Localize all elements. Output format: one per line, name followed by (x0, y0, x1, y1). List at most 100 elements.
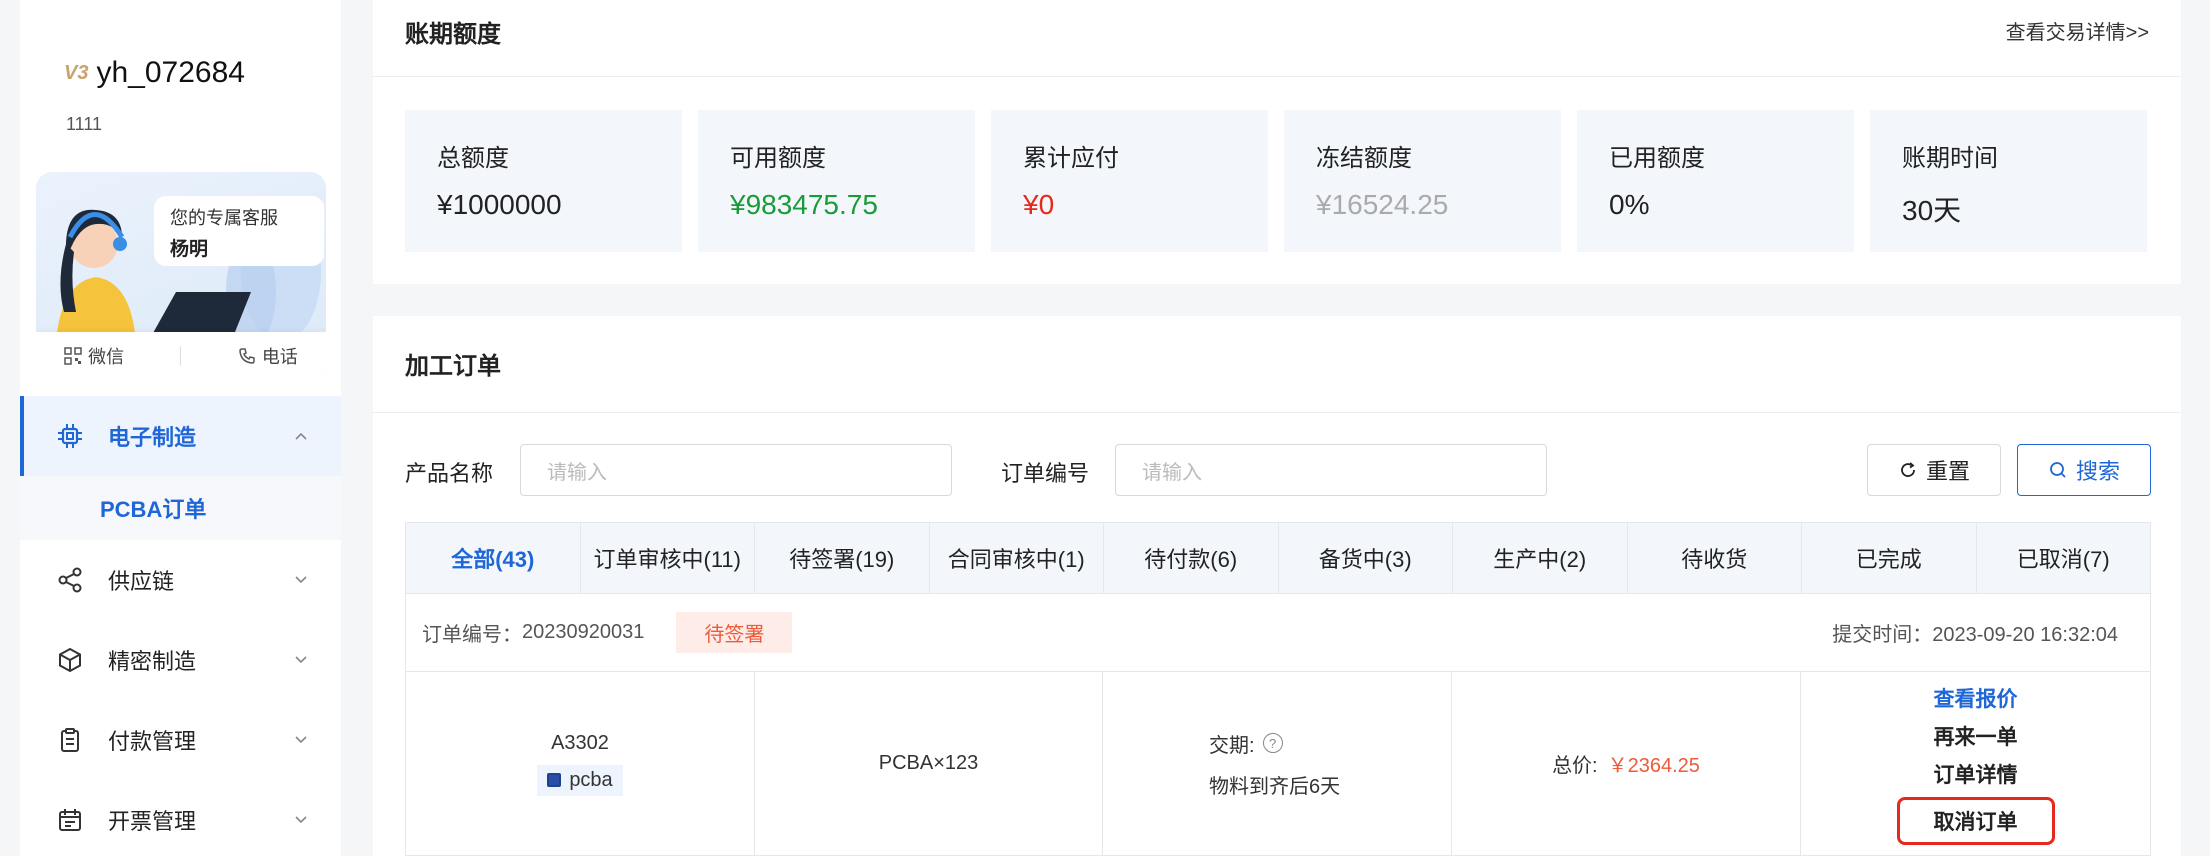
cancel-order-button[interactable]: 取消订单 (1896, 796, 2055, 845)
reset-button[interactable]: 重置 (1867, 444, 2001, 496)
tab-contract-review[interactable]: 合同审核中(1) (929, 523, 1104, 593)
submit-time-value: 2023-09-20 16:32:04 (1932, 624, 2118, 646)
price-cell: 总价: ￥2364.25 (1452, 672, 1801, 855)
tab-cancelled[interactable]: 已取消(7) (1976, 523, 2150, 593)
tab-to-sign[interactable]: 待签署(19) (755, 523, 930, 593)
cube-icon (56, 646, 84, 674)
order-status-tabs: 全部(43) 订单审核中(11) 待签署(19) 合同审核中(1) 待付款(6)… (405, 522, 2151, 594)
chevron-up-icon (295, 432, 307, 440)
transaction-details-link[interactable]: 查看交易详情>> (2006, 16, 2149, 45)
stat-value: ¥983475.75 (730, 189, 878, 220)
calendar-icon (56, 806, 84, 834)
order-number-value: 20230920031 (522, 621, 645, 643)
tab-all[interactable]: 全部(43) (406, 523, 581, 593)
product-tag: pcba (537, 764, 623, 796)
clipboard-icon (56, 726, 84, 754)
wechat-label: 微信 (88, 347, 125, 367)
user-sub-text: 1111 (66, 114, 103, 134)
credit-panel: 账期额度 查看交易详情>> 总额度 ¥1000000 可用额度 ¥983475.… (373, 0, 2181, 284)
stat-value: ¥0 (1023, 189, 1055, 220)
order-number-label-text: 订单编号： (422, 624, 522, 646)
order-number-label: 订单编号 (1001, 461, 1090, 486)
chevron-down-icon (295, 576, 307, 584)
delivery-value: 物料到齐后6天 (1209, 775, 1341, 798)
tab-to-receive[interactable]: 待收货 (1627, 523, 1802, 593)
stat-value: 0% (1609, 189, 1650, 220)
product-name-label: 产品名称 (405, 461, 494, 486)
menu-label-precision: 精密制造 (108, 649, 197, 674)
tab-stocking[interactable]: 备货中(3) (1278, 523, 1453, 593)
help-icon[interactable]: ? (1262, 733, 1283, 753)
stat-card: 总额度 ¥1000000 (405, 110, 682, 252)
refresh-icon (1901, 462, 1915, 477)
order-number-input[interactable]: 请输入 (1115, 444, 1547, 496)
stat-card: 已用额度 0% (1577, 110, 1854, 252)
menu-subitem-pcba-orders[interactable]: PCBA订单 (20, 476, 341, 540)
share-icon (56, 566, 84, 594)
stat-value: 30天 (1902, 195, 1962, 226)
product-tag-label: pcba (569, 768, 613, 791)
product-cell: A3302 pcba (406, 672, 755, 855)
orders-panel: 加工订单 产品名称 请输入 订单编号 请输入 重置 搜索 全部(43) 订单审核… (373, 316, 2181, 856)
menu-label-electronics: 电子制造 (108, 425, 197, 450)
credit-stats: 总额度 ¥1000000 可用额度 ¥983475.75 累计应付 ¥0 冻结额… (405, 110, 2147, 252)
orders-title: 加工订单 (405, 353, 501, 380)
divider (373, 76, 2181, 77)
search-icon (2050, 462, 2066, 478)
tab-completed[interactable]: 已完成 (1802, 523, 1977, 593)
side-menu: 电子制造 PCBA订单 供应链 精密制造 付款管理 开票管理 (20, 396, 341, 856)
delivery-label: 交期: (1209, 734, 1255, 757)
user-info: V3 yh_072684 (64, 56, 245, 90)
order-header: 订单编号： 20230920031 待签署 提交时间：2023-09-20 16… (405, 594, 2151, 672)
credit-title: 账期额度 (405, 21, 501, 48)
tab-producing[interactable]: 生产中(2) (1453, 523, 1628, 593)
chevron-down-icon (295, 816, 307, 824)
delivery-cell: 交期: ? 物料到齐后6天 (1103, 672, 1452, 855)
service-actions: 微信 电话 (36, 332, 326, 380)
menu-item-precision[interactable]: 精密制造 (20, 620, 341, 700)
username: yh_072684 (96, 56, 245, 89)
phone-label: 电话 (261, 347, 298, 367)
menu-item-supply-chain[interactable]: 供应链 (20, 540, 341, 620)
actions-cell: 查看报价 再来一单 订单详情 取消订单 (1801, 672, 2150, 855)
stat-card: 账期时间 30天 (1870, 110, 2147, 252)
sidebar: V3 yh_072684 1111 您的专属客服 杨明 微信 电话 电子制造 P… (20, 0, 341, 856)
phone-button[interactable]: 电话 (238, 343, 298, 369)
order-details-link[interactable]: 订单详情 (1934, 759, 2018, 789)
tab-to-pay[interactable]: 待付款(6) (1104, 523, 1279, 593)
stat-value: ¥16524.25 (1316, 189, 1449, 220)
menu-item-invoice[interactable]: 开票管理 (20, 780, 341, 856)
view-quote-link[interactable]: 查看报价 (1934, 683, 2018, 713)
qrcode-icon (64, 347, 82, 365)
service-title: 您的专属客服 (170, 208, 278, 228)
tab-order-review[interactable]: 订单审核中(11) (580, 523, 755, 593)
delivery-row: 交期: ? (1209, 729, 1283, 758)
chip-icon (56, 422, 84, 450)
wechat-button[interactable]: 微信 (64, 343, 124, 369)
stat-card: 累计应付 ¥0 (991, 110, 1268, 252)
product-name-input[interactable]: 请输入 (520, 444, 952, 496)
service-bubble: 您的专属客服 杨明 (154, 196, 324, 266)
menu-label-payment: 付款管理 (108, 729, 197, 754)
menu-item-payment[interactable]: 付款管理 (20, 700, 341, 780)
vip-badge: V3 (64, 61, 89, 84)
stat-label: 可用额度 (730, 145, 826, 172)
submit-time: 提交时间：2023-09-20 16:32:04 (1832, 618, 2134, 647)
stat-label: 冻结额度 (1316, 145, 1412, 172)
action-divider (180, 346, 182, 366)
reorder-link[interactable]: 再来一单 (1934, 721, 2018, 751)
price-value: ￥2364.25 (1607, 755, 1700, 777)
search-button[interactable]: 搜索 (2017, 444, 2151, 496)
stat-label: 账期时间 (1902, 145, 1998, 172)
service-name: 杨明 (170, 239, 209, 260)
phone-icon (239, 348, 255, 364)
status-badge: 待签署 (676, 612, 793, 653)
stat-value: ¥1000000 (437, 189, 562, 220)
menu-item-electronics[interactable]: 电子制造 (20, 396, 341, 476)
chevron-down-icon (295, 656, 307, 664)
submit-time-label: 提交时间： (1832, 624, 1933, 646)
chevron-down-icon (295, 736, 307, 744)
quantity-value: PCBA×123 (878, 752, 979, 774)
order-row: A3302 pcba PCBA×123 交期: ? 物料到齐后6天 总价: ￥2… (405, 672, 2151, 856)
stat-label: 已用额度 (1609, 145, 1705, 172)
